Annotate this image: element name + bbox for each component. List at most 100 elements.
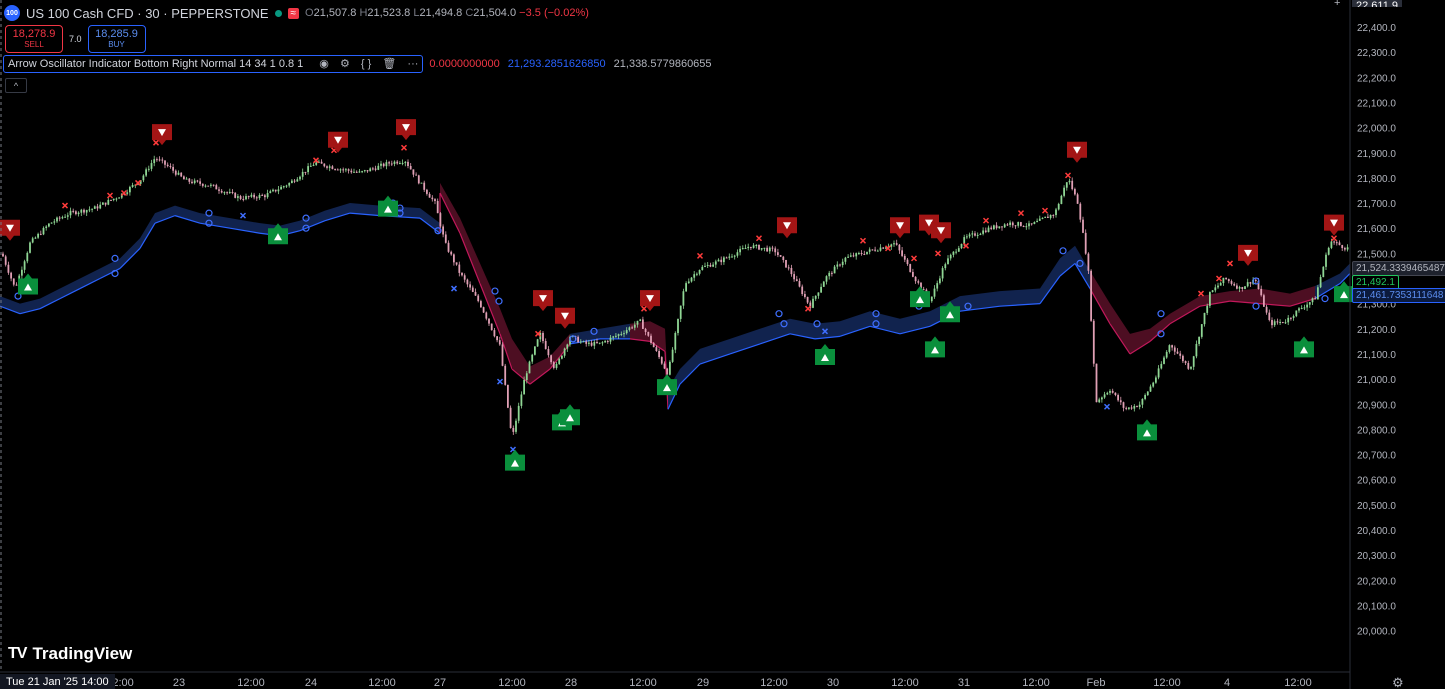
add-alert-icon[interactable]: +	[1334, 0, 1348, 9]
sell-button[interactable]: 18,278.9 SELL	[5, 25, 63, 53]
candle-body	[882, 247, 885, 249]
candle-body	[34, 237, 37, 239]
tradingview-logo-icon: TV	[8, 645, 27, 662]
candle-body	[998, 226, 1001, 229]
candle-body	[909, 264, 912, 272]
price-tick-label: 21,700.0	[1357, 199, 1396, 210]
buy-button[interactable]: 18,285.9 BUY	[87, 25, 146, 53]
candle-body	[42, 227, 45, 235]
candle-body	[828, 272, 831, 277]
candle-body	[266, 193, 269, 198]
candle-body	[558, 358, 561, 364]
candle-body	[1038, 218, 1041, 221]
candle-body	[1195, 343, 1198, 357]
candle-body	[693, 274, 696, 278]
price-tick-label: 20,000.0	[1357, 627, 1396, 638]
settings-icon[interactable]: ⚙	[340, 58, 350, 70]
candle-body	[261, 194, 264, 196]
candle-body	[131, 185, 134, 187]
trash-icon[interactable]: 🗑	[382, 58, 396, 70]
time-tick-label: 12:00	[629, 677, 657, 689]
candle-body	[409, 165, 412, 170]
candle-body	[453, 254, 455, 263]
candle-body	[501, 344, 504, 366]
candle-body	[277, 189, 280, 192]
candle-body	[534, 346, 536, 355]
candle-body	[1006, 224, 1009, 226]
chart-canvas[interactable]: 22,400.0 22,300.0 22,200.0 22,100.0 22,000.0…	[0, 0, 1445, 689]
candle-body	[56, 217, 58, 222]
candle-body	[291, 180, 293, 184]
symbol-title[interactable]: US 100 Cash CFD · 30 · PEPPERSTONE	[26, 6, 269, 21]
candle-body	[849, 255, 852, 257]
candle-body	[404, 161, 407, 163]
price-tick-label: 21,500.0	[1357, 249, 1396, 260]
indicator-name[interactable]: Arrow Oscillator Indicator Bottom Right …	[8, 58, 303, 70]
more-icon[interactable]: ···	[407, 58, 418, 70]
candle-body	[7, 264, 10, 273]
source-code-icon[interactable]: { }	[361, 58, 371, 70]
candle-body	[1117, 395, 1119, 401]
candle-body	[1317, 287, 1319, 300]
candle-body	[760, 248, 763, 250]
candle-body	[658, 350, 660, 358]
candle-body	[1203, 312, 1206, 325]
candle-body	[1338, 242, 1341, 246]
candle-body	[66, 215, 69, 217]
candle-body	[104, 202, 107, 205]
candle-body	[1084, 232, 1087, 254]
time-tick-label: 12:00	[237, 677, 265, 689]
candle-body	[766, 247, 768, 252]
candle-body	[855, 253, 858, 257]
candle-body	[912, 271, 914, 277]
price-tick-label: 21,800.0	[1357, 174, 1396, 185]
candle-body	[833, 266, 836, 274]
candle-body	[129, 186, 131, 193]
candle-body	[528, 361, 531, 374]
candle-body	[110, 199, 112, 201]
candle-body	[585, 341, 588, 344]
price-tick-label: 21,200.0	[1357, 325, 1396, 336]
candle-body	[145, 169, 147, 176]
candle-body	[1144, 395, 1146, 399]
candle-body	[685, 283, 687, 292]
candle-body	[401, 162, 404, 164]
candle-body	[1049, 214, 1052, 218]
candle-body	[1206, 305, 1209, 313]
candle-body	[485, 312, 488, 319]
collapse-legend-button[interactable]: ^	[5, 78, 27, 93]
candle-body	[185, 178, 188, 180]
chart-settings-icon[interactable]: ⚙	[1392, 675, 1404, 689]
candle-body	[620, 333, 623, 335]
candle-body	[363, 170, 366, 172]
candle-body	[758, 244, 760, 250]
eye-icon[interactable]: ◉	[319, 58, 329, 70]
candle-body	[191, 181, 193, 184]
candle-body	[312, 164, 315, 166]
time-tick-label: 30	[827, 677, 839, 689]
time-tick-label: 4	[1224, 677, 1230, 689]
candle-body	[23, 261, 26, 270]
candle-body	[642, 319, 644, 329]
candle-body	[353, 171, 355, 173]
candle-body	[231, 191, 234, 193]
candle-body	[941, 268, 944, 279]
candle-body	[1020, 222, 1022, 226]
price-tick-label: 22,400.0	[1357, 23, 1396, 34]
candle-body	[493, 330, 496, 337]
candle-body	[836, 264, 839, 267]
price-tick-label: 20,100.0	[1357, 601, 1396, 612]
candle-body	[744, 248, 747, 250]
indicator-title-box[interactable]: Arrow Oscillator Indicator Bottom Right …	[3, 54, 424, 73]
candle-body	[690, 277, 693, 282]
candle-body	[979, 233, 982, 235]
candle-body	[1319, 277, 1322, 288]
candle-body	[1230, 281, 1233, 284]
candle-body	[871, 249, 874, 251]
candle-body	[1292, 316, 1295, 318]
candle-body	[755, 244, 758, 246]
candle-body	[590, 342, 593, 346]
candle-body	[1176, 351, 1179, 354]
candle-body	[728, 256, 731, 258]
candle-body	[10, 272, 12, 279]
